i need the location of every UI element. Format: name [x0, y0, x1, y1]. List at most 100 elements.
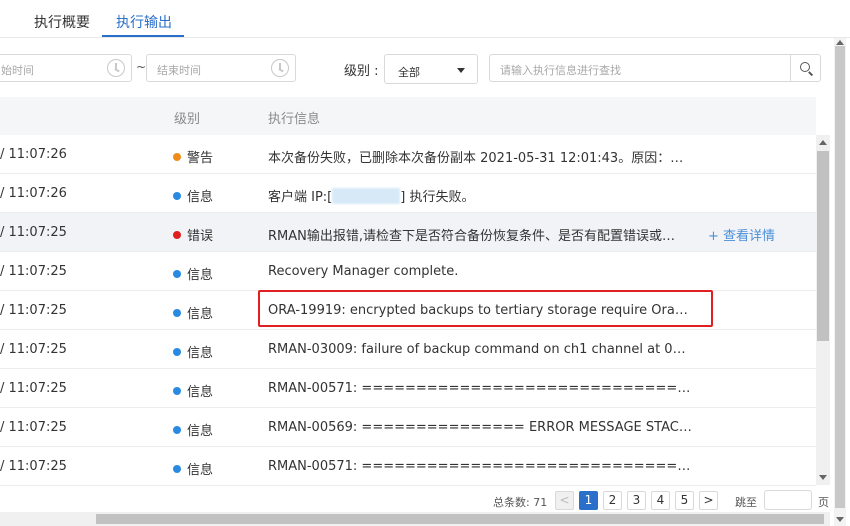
- column-header-info: 执行信息: [268, 112, 321, 127]
- row-level-text: 信息: [187, 190, 214, 205]
- scroll-up-icon[interactable]: [836, 40, 844, 45]
- page-button-3[interactable]: 3: [627, 491, 646, 510]
- row-time: / 11:07:25: [0, 303, 67, 318]
- range-separator: ~: [136, 60, 147, 74]
- level-dot-icon: [173, 426, 181, 434]
- caret-down-icon: [457, 68, 465, 73]
- row-level: 信息: [173, 186, 213, 205]
- page-button-5[interactable]: 5: [675, 491, 694, 510]
- row-message: Recovery Manager complete.: [268, 264, 459, 279]
- row-message: RMAN输出报错,请检查下是否符合备份恢复条件、是否有配置错误或…: [268, 229, 675, 244]
- row-level-text: 警告: [187, 151, 214, 166]
- table-row: / 11:07:25 信息 RMAN-00571: ==============…: [0, 447, 816, 486]
- row-level-text: 错误: [187, 229, 214, 244]
- row-level-text: 信息: [187, 463, 214, 478]
- search-button[interactable]: [790, 55, 820, 81]
- row-message-suffix: ] 执行失败。: [400, 190, 475, 205]
- row-level: 信息: [173, 459, 213, 478]
- view-detail-link[interactable]: + 查看详情: [708, 225, 775, 244]
- start-time-placeholder: 始时间: [1, 64, 34, 77]
- row-level: 信息: [173, 264, 213, 283]
- start-time-picker[interactable]: 始时间: [0, 54, 132, 82]
- row-level: 信息: [173, 420, 213, 439]
- table-vertical-scrollbar[interactable]: [816, 135, 830, 485]
- row-time: / 11:07:25: [0, 264, 67, 279]
- row-time: / 11:07:25: [0, 420, 67, 435]
- level-filter-label: 级别 :: [344, 64, 379, 79]
- row-time: / 11:07:25: [0, 459, 67, 474]
- search-icon: [800, 62, 810, 72]
- row-message: 客户端 IP:[ ] 执行失败。: [268, 186, 693, 205]
- scroll-down-icon[interactable]: [836, 517, 844, 522]
- row-level-text: 信息: [187, 346, 214, 361]
- total-count: 总条数: 71: [493, 496, 548, 509]
- level-select-value: 全部: [398, 66, 420, 79]
- jump-to-page-input[interactable]: [764, 490, 812, 510]
- end-time-placeholder: 结束时间: [157, 64, 201, 77]
- row-message-prefix: 客户端 IP:[: [268, 190, 333, 205]
- row-time: / 11:07:25: [0, 342, 67, 357]
- level-dot-icon: [173, 348, 181, 356]
- page-button-1[interactable]: 1: [579, 491, 598, 510]
- page-button-2[interactable]: 2: [603, 491, 622, 510]
- level-dot-icon: [173, 270, 181, 278]
- row-level: 信息: [173, 342, 213, 361]
- clock-icon[interactable]: [271, 59, 289, 77]
- row-message: RMAN-00571: ============================…: [268, 459, 693, 474]
- active-tab-indicator: [102, 35, 184, 37]
- level-dot-icon: [173, 465, 181, 473]
- search-placeholder: 请输入执行信息进行查找: [500, 64, 621, 77]
- scrollbar-thumb[interactable]: [96, 514, 824, 524]
- table-row: / 11:07:25 错误 RMAN输出报错,请检查下是否符合备份恢复条件、是否…: [0, 213, 816, 252]
- level-dot-icon: [173, 309, 181, 317]
- column-header-level: 级别: [174, 112, 201, 127]
- row-level-text: 信息: [187, 268, 214, 283]
- clock-icon[interactable]: [107, 59, 125, 77]
- row-message: RMAN-03009: failure of backup command on…: [268, 342, 693, 357]
- table-row: / 11:07:25 信息 Recovery Manager complete.: [0, 252, 816, 291]
- table-row: / 11:07:26 信息 客户端 IP:[ ] 执行失败。: [0, 174, 816, 213]
- level-select[interactable]: 全部: [384, 54, 478, 84]
- scrollbar-thumb[interactable]: [817, 151, 829, 341]
- prev-page-button[interactable]: <: [555, 491, 574, 510]
- table-row: / 11:07:26 警告 本次备份失败，已删除本次备份副本 2021-05-3…: [0, 135, 816, 174]
- row-level-text: 信息: [187, 385, 214, 400]
- tab-output[interactable]: 执行输出: [116, 12, 172, 32]
- page-suffix-label: 页: [818, 496, 829, 509]
- search-field[interactable]: 请输入执行信息进行查找: [489, 54, 821, 82]
- row-level-text: 信息: [187, 424, 214, 439]
- row-level-text: 信息: [187, 307, 214, 322]
- row-message: RMAN-00569: =============== ERROR MESSAG…: [268, 420, 693, 435]
- scroll-up-icon[interactable]: [819, 140, 827, 145]
- row-time: / 11:07:26: [0, 147, 67, 162]
- tab-bar: 执行概要 执行输出: [0, 0, 850, 38]
- scroll-down-icon[interactable]: [819, 475, 827, 480]
- table-header: 级别 执行信息: [0, 97, 816, 135]
- end-time-picker[interactable]: 结束时间: [146, 54, 296, 82]
- row-time: / 11:07:26: [0, 186, 67, 201]
- next-page-button[interactable]: >: [699, 491, 718, 510]
- row-level: 错误: [173, 225, 213, 244]
- tab-summary[interactable]: 执行概要: [34, 12, 90, 32]
- filter-bar: 始时间 ~ 结束时间 级别 : 全部 请输入执行信息进行查找: [0, 52, 830, 84]
- pagination: 总条数: 71 < 1 2 3 4 5 > 跳至 页: [0, 490, 830, 512]
- level-dot-icon: [173, 387, 181, 395]
- horizontal-scrollbar[interactable]: [0, 512, 830, 526]
- level-dot-icon: [173, 231, 181, 239]
- table-row: / 11:07:25 信息 RMAN-00569: ==============…: [0, 408, 816, 447]
- row-level: 信息: [173, 381, 213, 400]
- table-row: / 11:07:25 信息 RMAN-03009: failure of bac…: [0, 330, 816, 369]
- page-vertical-scrollbar[interactable]: [834, 38, 846, 526]
- row-level: 信息: [173, 303, 213, 322]
- level-dot-icon: [173, 192, 181, 200]
- row-time: / 11:07:25: [0, 381, 67, 396]
- page-button-4[interactable]: 4: [651, 491, 670, 510]
- row-message: RMAN-00571: ============================…: [268, 381, 693, 396]
- jump-to-label: 跳至: [735, 496, 757, 509]
- row-time: / 11:07:25: [0, 225, 67, 240]
- scrollbar-thumb[interactable]: [835, 46, 845, 508]
- redacted-ip: [332, 188, 401, 204]
- highlight-annotation-box: [258, 290, 713, 327]
- row-message: 本次备份失败，已删除本次备份副本 2021-05-31 12:01:43。原因：…: [268, 151, 693, 166]
- row-level: 警告: [173, 147, 213, 166]
